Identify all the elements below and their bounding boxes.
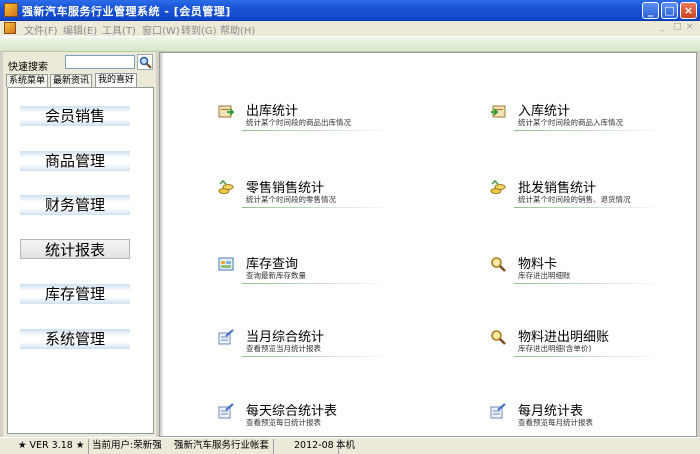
menu-help[interactable]: 帮助(H) <box>220 22 255 37</box>
underline <box>514 356 664 357</box>
window-title: 强新汽车服务行业管理系统 - [会员管理] <box>22 5 231 18</box>
underline <box>514 207 664 208</box>
report-item-retail-sales[interactable]: 零售销售统计 统计某个时间段的零售情况 <box>218 177 393 208</box>
panel-shadow <box>160 53 164 436</box>
coins-icon <box>490 180 506 194</box>
underline <box>242 207 392 208</box>
box-out-icon <box>218 105 234 118</box>
report-item-inbound[interactable]: 入库统计 统计某个时间段的商品入库情况 <box>490 100 665 131</box>
toolbar <box>0 36 700 52</box>
report-item-material-ledger[interactable]: 物料进出明细账 库存进出明细(含单价) <box>490 326 665 357</box>
minimize-button[interactable]: _ <box>642 2 659 19</box>
menu-edit[interactable]: 编辑(E) <box>63 22 97 37</box>
search-button[interactable] <box>137 54 153 70</box>
underline <box>242 356 392 357</box>
report-item-desc: 查询最新库存数量 <box>246 271 306 280</box>
magnifier-icon <box>491 257 506 272</box>
report-item-desc: 查看预览每月统计报表 <box>518 418 593 427</box>
report-pen-icon <box>218 329 234 345</box>
nav-goods-management[interactable]: 商品管理 <box>20 151 130 171</box>
sidebar-tabs: 系统菜单 最新资讯 我的喜好 <box>6 73 154 87</box>
main-panel: 出库统计 统计某个时间段的商品出库情况 入库统计 统计某个时间段的商品入库情况 … <box>159 52 697 437</box>
report-item-desc: 统计某个时间段的商品出库情况 <box>246 118 351 127</box>
nav-finance-management[interactable]: 财务管理 <box>20 195 130 215</box>
report-item-desc: 查看预览当月统计报表 <box>246 344 321 353</box>
mdi-document-icon[interactable] <box>4 22 16 34</box>
status-location: 本机 <box>336 440 356 451</box>
nav-system-management[interactable]: 系统管理 <box>20 329 130 349</box>
report-item-material-card[interactable]: 物料卡 库存进出明细账 <box>490 253 665 284</box>
nav-member-sales[interactable]: 会员销售 <box>20 106 130 126</box>
box-in-icon <box>491 105 506 118</box>
underline <box>514 130 664 131</box>
mdi-minimize-button[interactable]: _ <box>660 22 665 32</box>
underline <box>242 283 392 284</box>
search-icon <box>139 56 152 69</box>
status-bar: ★ VER 3.18 ★ 当前用户:荣新强 强新汽车服务行业帐套 2012-08… <box>0 437 700 454</box>
underline <box>242 130 392 131</box>
menu-goto[interactable]: 转到(G) <box>181 22 217 37</box>
report-item-desc: 统计某个时间段的商品入库情况 <box>518 118 623 127</box>
nav-statistics-reports[interactable]: 统计报表 <box>20 239 130 259</box>
tab-latest-news[interactable]: 最新资讯 <box>50 74 93 87</box>
report-pen-icon <box>490 403 506 419</box>
report-item-monthly-report[interactable]: 每月统计表 查看预览每月统计报表 <box>490 400 665 430</box>
mdi-restore-button[interactable]: □ <box>673 22 682 32</box>
report-item-wholesale-sales[interactable]: 批发销售统计 统计某个时间段的销售、退货情况 <box>490 177 665 208</box>
underline <box>514 283 664 284</box>
report-item-desc: 统计某个时间段的销售、退货情况 <box>518 195 631 204</box>
report-item-outbound[interactable]: 出库统计 统计某个时间段的商品出库情况 <box>218 100 393 131</box>
report-item-monthly-summary[interactable]: 当月综合统计 查看预览当月统计报表 <box>218 326 393 357</box>
sidebar: 快速搜索 系统菜单 最新资讯 我的喜好 会员销售 商品管理 财务管理 统计报表 … <box>3 52 156 437</box>
report-pen-icon <box>218 403 234 419</box>
nav-panel: 会员销售 商品管理 财务管理 统计报表 库存管理 系统管理 <box>7 87 154 434</box>
report-item-desc: 查看预览每日统计报表 <box>246 418 321 427</box>
menu-window[interactable]: 窗口(W) <box>142 22 180 37</box>
tab-system-menu[interactable]: 系统菜单 <box>6 74 49 87</box>
report-item-daily-summary[interactable]: 每天综合统计表 查看预览每日统计报表 <box>218 400 393 430</box>
status-account: 强新汽车服务行业帐套 <box>170 439 275 454</box>
search-label: 快速搜索 <box>8 62 48 73</box>
close-button[interactable]: × <box>680 2 697 19</box>
magnifier-icon <box>491 330 506 345</box>
app-logo-icon <box>4 3 18 17</box>
status-version: ★ VER 3.18 ★ <box>14 439 90 454</box>
title-bar: 强新汽车服务行业管理系统 - [会员管理] _ □ × <box>0 0 700 21</box>
maximize-button[interactable]: □ <box>661 2 678 19</box>
menu-tools[interactable]: 工具(T) <box>102 22 136 37</box>
search-input[interactable] <box>65 55 135 69</box>
report-item-stock-query[interactable]: 库存查询 查询最新库存数量 <box>218 253 393 284</box>
tab-my-favorites[interactable]: 我的喜好 <box>95 73 138 87</box>
nav-inventory-management[interactable]: 库存管理 <box>20 284 130 304</box>
mdi-close-button[interactable]: × <box>686 22 694 32</box>
coins-icon <box>218 180 234 194</box>
report-item-desc: 统计某个时间段的零售情况 <box>246 195 336 204</box>
menu-file[interactable]: 文件(F) <box>24 22 58 37</box>
inventory-icon <box>218 257 234 271</box>
menu-bar: 文件(F) 编辑(E) 工具(T) 窗口(W) 转到(G) 帮助(H) _ □ … <box>0 21 700 37</box>
report-item-desc: 库存进出明细(含单价) <box>518 344 592 353</box>
report-item-desc: 库存进出明细账 <box>518 271 571 280</box>
status-user: 当前用户:荣新强 <box>92 440 162 451</box>
